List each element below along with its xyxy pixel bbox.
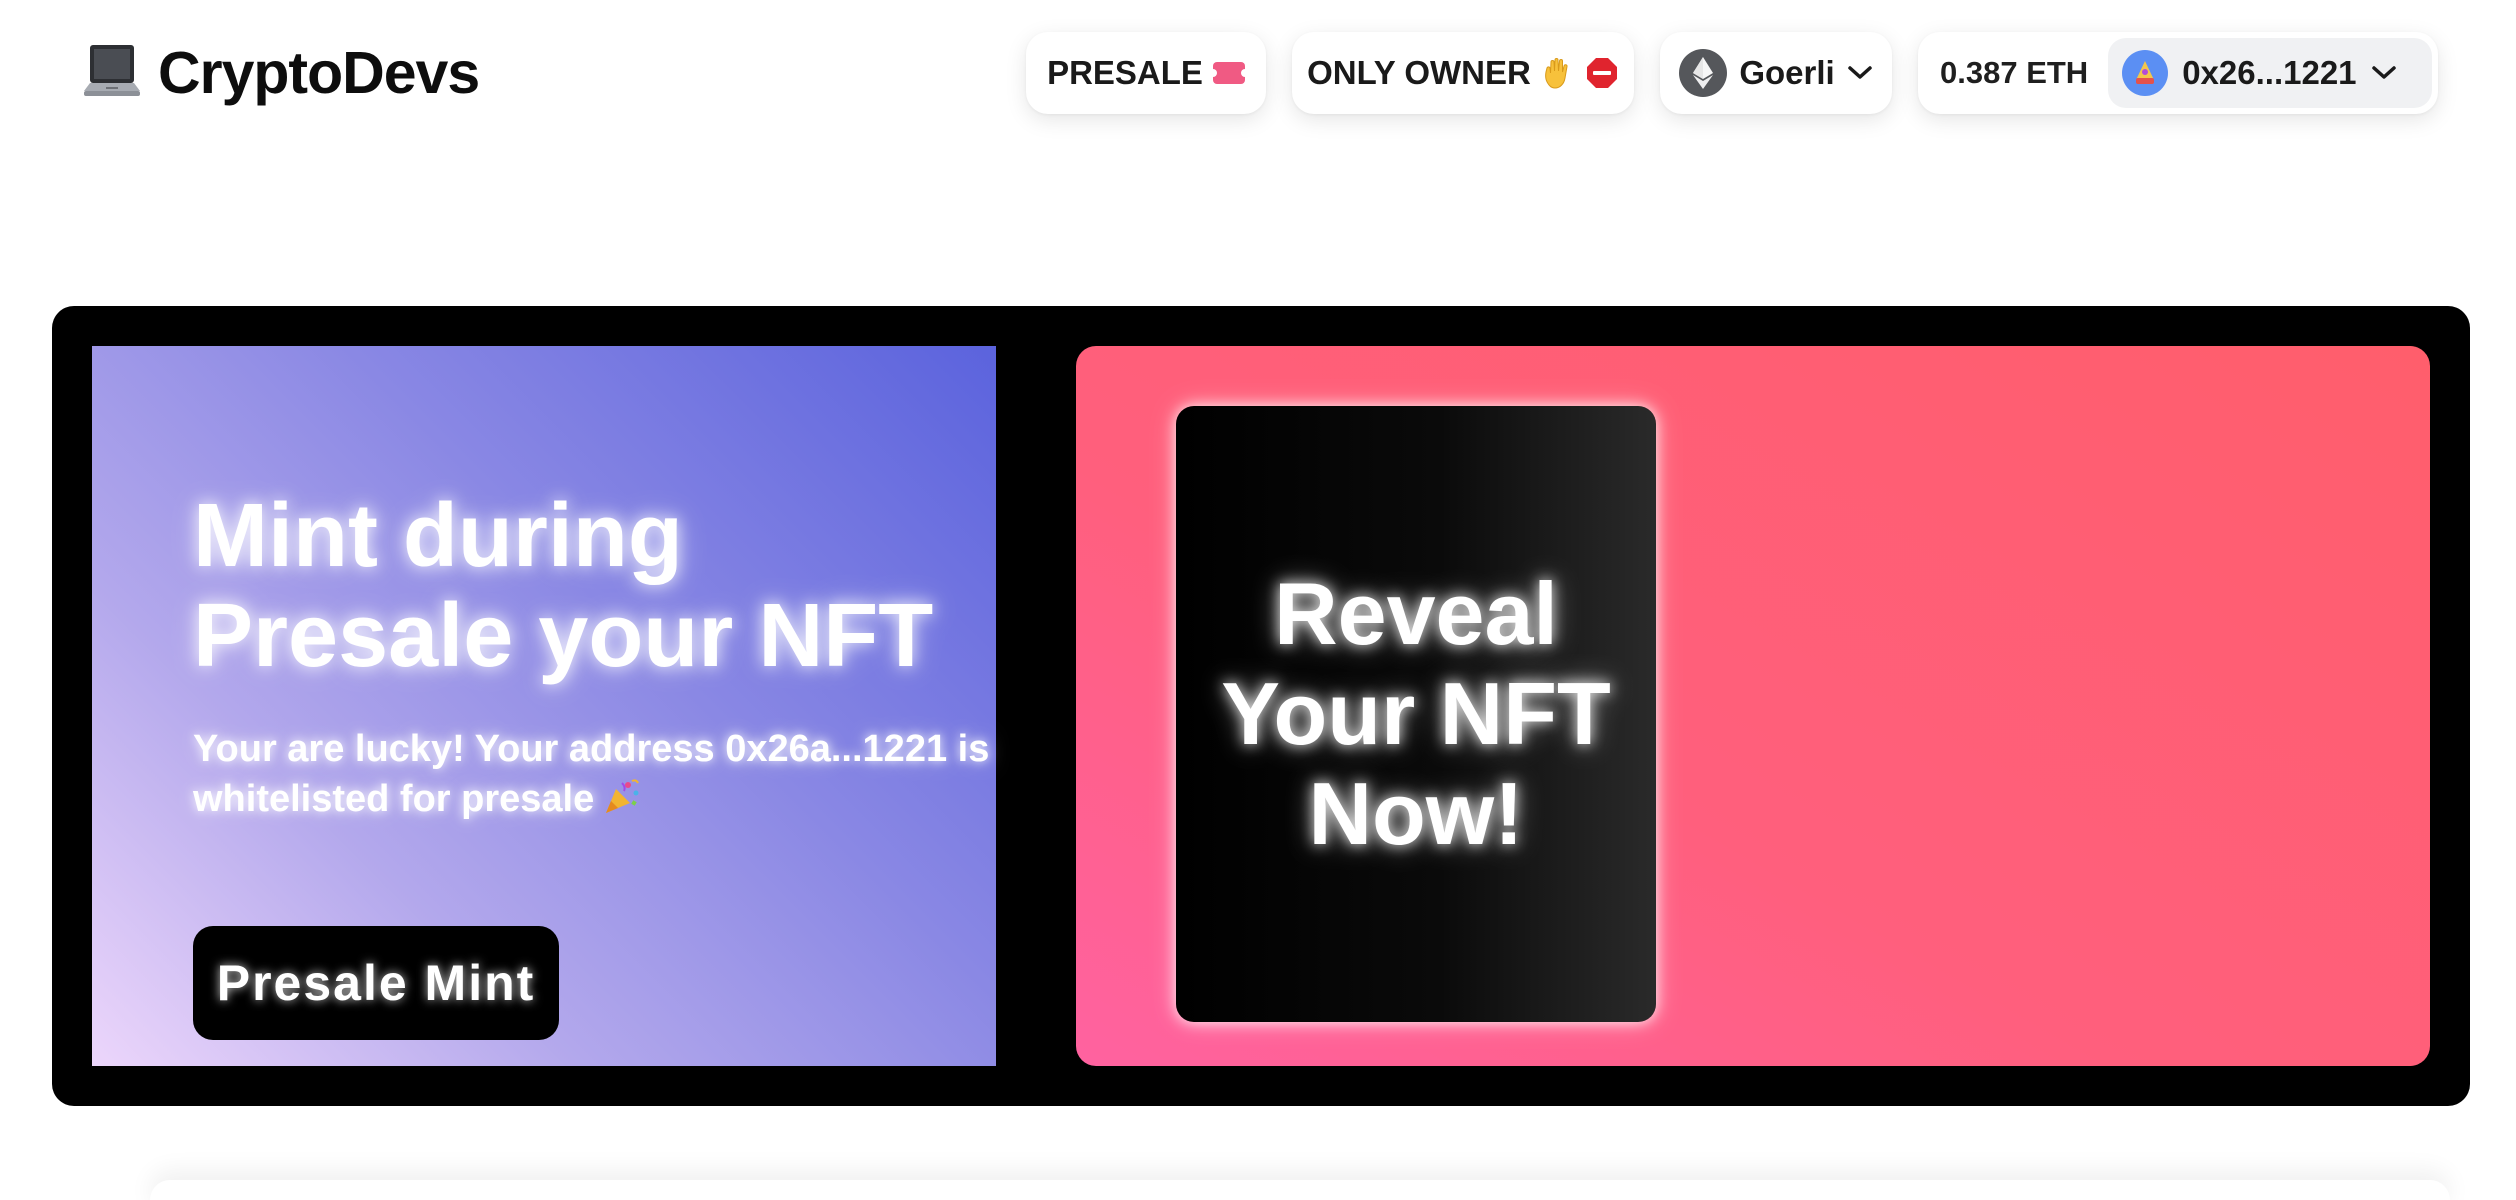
presale-mint-card: Mint during Presale your NFT Your are lu… — [92, 346, 996, 1066]
reveal-nft-panel: Reveal Your NFT Now! — [1076, 346, 2430, 1066]
raised-hand-icon — [1544, 58, 1568, 89]
whitelist-message: Your are lucky! Your address 0x26a...122… — [193, 724, 993, 824]
only-owner-nav-button[interactable]: ONLY OWNER — [1292, 32, 1634, 114]
wallet-avatar — [2122, 50, 2169, 96]
chevron-down-icon — [1847, 66, 1872, 79]
hero-section: Mint during Presale your NFT Your are lu… — [52, 306, 2470, 1106]
reveal-text: Reveal Your NFT Now! — [1221, 564, 1611, 863]
whitelist-message-text: Your are lucky! Your address 0x26a...122… — [193, 728, 990, 820]
mint-title: Mint during Presale your NFT — [193, 486, 934, 686]
network-selector[interactable]: Goerli — [1660, 32, 1892, 114]
only-owner-label: ONLY OWNER — [1307, 54, 1531, 91]
account-button[interactable]: 0.387 ETH 0x26...1221 — [1918, 32, 2438, 114]
presale-label: PRESALE — [1047, 54, 1203, 91]
presale-mint-button[interactable]: Presale Mint — [193, 926, 559, 1040]
top-nav: PRESALE ONLY OWNER Goerli 0.387 ETH 0x26… — [0, 32, 2516, 116]
party-popper-icon — [606, 779, 640, 813]
page: CryptoDevs PRESALE ONLY OWNER Goerli 0.3… — [0, 0, 2516, 1200]
network-label: Goerli — [1739, 54, 1835, 91]
chevron-down-icon — [2371, 66, 2396, 79]
reveal-nft-card[interactable]: Reveal Your NFT Now! — [1176, 406, 1656, 1022]
ethereum-icon — [1679, 49, 1728, 97]
presale-nav-button[interactable]: PRESALE — [1026, 32, 1266, 114]
account-address: 0x26...1221 — [2182, 54, 2357, 91]
account-chip[interactable]: 0x26...1221 — [2108, 38, 2432, 108]
ticket-icon — [1208, 62, 1249, 84]
stop-sign-icon — [1586, 58, 1617, 88]
eth-balance: 0.387 ETH — [1940, 55, 2089, 90]
next-section-edge — [150, 1180, 2450, 1200]
